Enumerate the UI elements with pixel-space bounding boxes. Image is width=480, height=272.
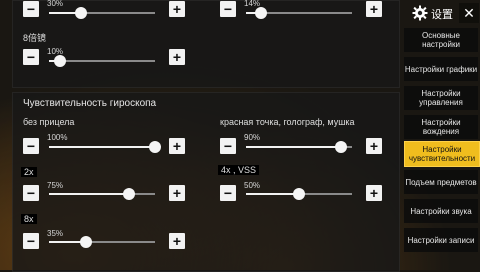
menu-item-basic[interactable]: Основные настройки: [404, 28, 478, 52]
slider-track[interactable]: [246, 141, 352, 153]
gear-icon: [412, 5, 428, 21]
menu-item-sensitivity[interactable]: Настройки чувствительности: [404, 141, 480, 167]
slider-fill: [246, 146, 342, 148]
scope-sensitivity-panel: − 30% + − 14% + 8倍镜 − 10% +: [12, 0, 400, 88]
slider-title: без прицела: [23, 117, 75, 127]
decrease-button[interactable]: −: [23, 138, 39, 154]
gyro-sensitivity-panel: Чувствительность гироскопа без прицела −…: [12, 92, 400, 272]
decrease-button[interactable]: −: [23, 1, 39, 17]
slider-title: 8x: [21, 214, 37, 224]
slider-knob[interactable]: [254, 7, 267, 19]
slider-track[interactable]: [246, 188, 352, 200]
increase-button[interactable]: +: [169, 138, 185, 154]
slider-fill: [49, 193, 129, 195]
slider-value-label: 90%: [244, 133, 261, 142]
increase-button[interactable]: +: [169, 185, 185, 201]
slider-knob[interactable]: [74, 7, 87, 19]
slider-title: 2x: [21, 167, 37, 177]
slider-track[interactable]: [49, 7, 155, 19]
decrease-button[interactable]: −: [23, 185, 39, 201]
slider-track[interactable]: [49, 55, 155, 67]
slider-value-label: 50%: [244, 181, 261, 190]
decrease-button[interactable]: −: [220, 138, 236, 154]
increase-button[interactable]: +: [366, 1, 382, 17]
slider-knob[interactable]: [80, 236, 93, 248]
increase-button[interactable]: +: [366, 138, 382, 154]
increase-button[interactable]: +: [169, 49, 185, 65]
slider-value-label: 35%: [47, 229, 64, 238]
slider-knob[interactable]: [293, 188, 305, 200]
menu-item-audio[interactable]: Настройки звука: [404, 199, 478, 223]
menu-item-driving[interactable]: Настройки вождения: [404, 115, 478, 139]
decrease-button[interactable]: −: [220, 185, 236, 201]
slider-knob[interactable]: [122, 188, 135, 200]
slider-title: 8倍镜: [23, 33, 47, 43]
decrease-button[interactable]: −: [23, 233, 39, 249]
increase-button[interactable]: +: [169, 1, 185, 17]
close-button[interactable]: ✕: [459, 3, 479, 23]
slider-value-label: 75%: [47, 181, 64, 190]
section-title: Чувствительность гироскопа: [23, 98, 157, 109]
slider-title: 4x , VSS: [218, 165, 260, 175]
close-icon: ✕: [463, 4, 475, 21]
slider-value-label: 100%: [47, 133, 68, 142]
decrease-button[interactable]: −: [220, 1, 236, 17]
slider-fill: [246, 193, 299, 195]
decrease-button[interactable]: −: [23, 49, 39, 65]
settings-title: 设置: [431, 9, 453, 21]
menu-item-recording[interactable]: Настройки записи: [404, 228, 478, 252]
menu-item-graphics[interactable]: Настройки графики: [404, 57, 478, 81]
slider-knob[interactable]: [149, 141, 161, 153]
slider-track[interactable]: [49, 188, 155, 200]
increase-button[interactable]: +: [169, 233, 185, 249]
slider-fill: [49, 146, 155, 148]
slider-knob[interactable]: [335, 141, 348, 153]
menu-item-controls[interactable]: Настройки управления: [404, 86, 478, 110]
menu-item-pickup[interactable]: Подъем предметов: [404, 170, 478, 194]
slider-track[interactable]: [49, 236, 155, 248]
increase-button[interactable]: +: [366, 185, 382, 201]
slider-track[interactable]: [49, 141, 161, 153]
slider-track[interactable]: [246, 7, 352, 19]
settings-header: 设置 ✕: [404, 0, 480, 26]
slider-title: красная точка, голограф, мушка: [220, 117, 355, 127]
slider-value-label: 30%: [47, 0, 64, 8]
slider-knob[interactable]: [53, 55, 66, 67]
